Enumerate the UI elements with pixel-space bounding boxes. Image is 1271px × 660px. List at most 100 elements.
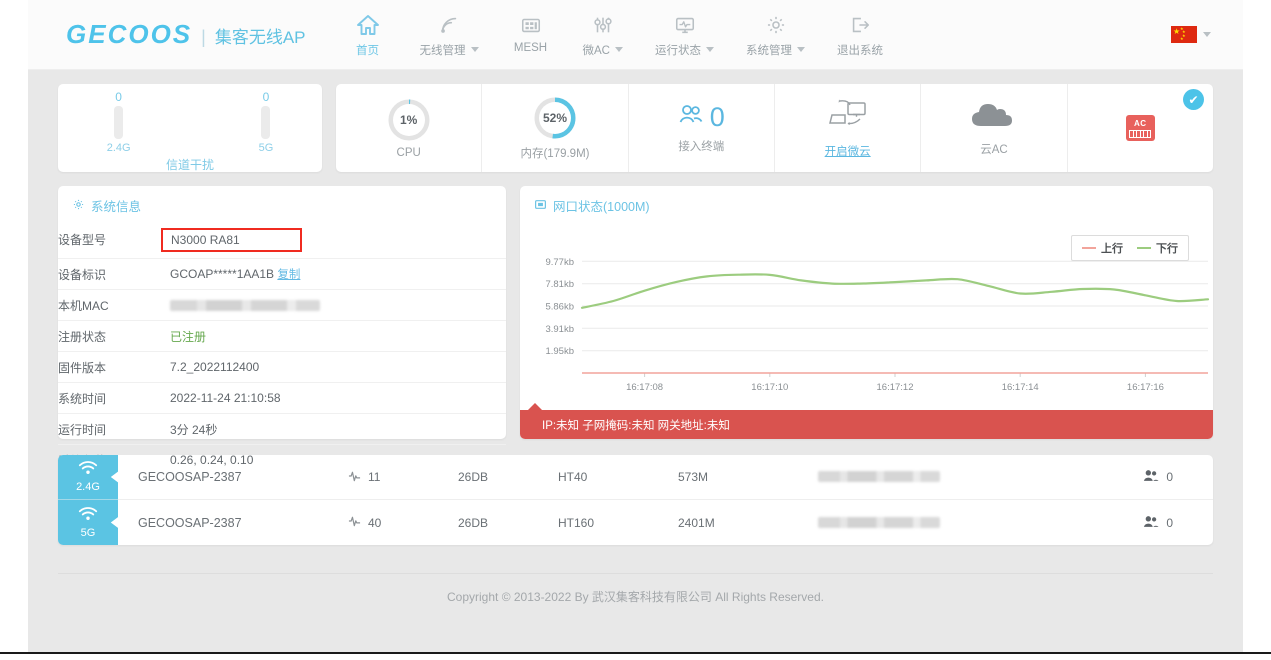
language-selector[interactable]: ★★★★★ [1171,26,1211,43]
info-value [170,290,506,321]
ssid-name: GECOOSAP-2387 [118,516,348,530]
ssid-list: 2.4G GECOOSAP-2387 11 26DB HT40 573M [58,455,1213,545]
network-alert-text: IP:未知 子网掩码:未知 网关地址:未知 [542,417,730,433]
devices-sync-icon [826,97,870,138]
gear-icon [764,12,788,38]
interference-tube-24g [114,106,123,139]
interference-label-24g: 2.4G [107,142,131,154]
nav-item-micro-ac[interactable]: 微AC [567,12,639,58]
micro-cloud-link[interactable]: 开启微云 [825,143,871,159]
legend-label-upload: 上行 [1101,240,1123,256]
metric-cpu[interactable]: 1% CPU [336,84,482,172]
window-bottom-edge [0,652,1271,660]
band-tag-5g: 5G [58,500,118,545]
nav-item-system-management[interactable]: 系统管理 [730,12,821,58]
nav-label-mesh: MESH [514,42,547,54]
users-icon [1143,515,1159,531]
ssid-bandwidth: HT160 [558,516,678,530]
nav-item-wireless[interactable]: 无线管理 [404,12,495,58]
cloud-ac-label: 云AC [980,141,1007,157]
net-port-panel: 网口状态(1000M) 1.95kb3.91kb5.86kb7.81kb9.77… [520,186,1213,439]
traffic-chart: 1.95kb3.91kb5.86kb7.81kb9.77kb 16:17:081… [520,221,1213,413]
system-info-panel: 系统信息 设备型号 N3000 RA81 设备标识 GCOAP*****1AA1… [58,186,506,439]
copy-link[interactable]: 复制 [277,269,300,281]
svg-text:16:17:14: 16:17:14 [1002,382,1039,393]
ssid-rate: 573M [678,470,818,484]
memory-label: 内存(179.9M) [520,145,589,161]
info-key: 设备型号 [58,221,170,259]
interference-bars: 0 2.4G 0 5G [107,90,274,154]
svg-text:5.86kb: 5.86kb [545,302,574,313]
cpu-value: 1% [393,104,425,136]
band-label: 2.4G [76,481,100,493]
cpu-label: CPU [397,147,421,159]
home-icon [356,12,380,38]
chevron-down-icon [471,47,479,52]
metric-clients[interactable]: 0 接入终端 [629,84,775,172]
ssid-users: 0 [1048,469,1213,485]
status-cards-row: 0 2.4G 0 5G 信道干扰 [58,84,1213,172]
svg-text:1.95kb: 1.95kb [545,346,574,357]
ssid-power: 26DB [458,516,558,530]
table-row: 注册状态 已注册 [58,321,506,352]
nav-item-runtime-status[interactable]: 运行状态 [639,12,730,58]
nav-label-logout: 退出系统 [837,42,883,58]
clients-value-group: 0 [678,102,725,133]
svg-text:16:17:12: 16:17:12 [877,382,914,393]
metric-local-ac[interactable]: ✔ AC [1068,84,1213,172]
device-model-highlight: N3000 RA81 [161,228,302,252]
info-key: 系统时间 [58,383,170,414]
list-item[interactable]: 5G GECOOSAP-2387 40 26DB HT160 2401M [58,500,1213,545]
ssid-name: GECOOSAP-2387 [118,470,348,484]
logout-icon [848,12,872,38]
users-icon [1143,469,1159,485]
status-badge-ok: ✔ [1183,89,1204,110]
legend-swatch-download [1137,247,1151,249]
info-value: N3000 RA81 [170,221,506,259]
nav-item-mesh[interactable]: MESH [495,12,567,54]
clients-label: 接入终端 [678,138,724,154]
top-navigation-bar: GECOOS | 集客无线AP 首页 无线管理 MESH [28,0,1243,70]
ssid-users: 0 [1048,515,1213,531]
system-info-title: 系统信息 [58,186,506,221]
metric-memory[interactable]: 52% 内存(179.9M) [482,84,628,172]
list-item[interactable]: 2.4G GECOOSAP-2387 11 26DB HT40 573M [58,455,1213,500]
nav-item-logout[interactable]: 退出系统 [821,12,899,58]
net-port-title-text: 网口状态(1000M) [553,196,650,215]
table-row: 固件版本 7.2_2022112400 [58,352,506,383]
channel-value: 11 [368,470,380,484]
cloud-icon [968,99,1020,136]
svg-text:7.81kb: 7.81kb [545,279,574,290]
chevron-down-icon [706,47,714,52]
wifi-icon [78,461,98,480]
chevron-down-icon [797,47,805,52]
legend-label-download: 下行 [1156,240,1178,256]
brand-logo: GECOOS [66,19,192,50]
metric-cloud-ac[interactable]: 云AC [921,84,1067,172]
signal-pulse-icon [348,470,361,485]
page-root: GECOOS | 集客无线AP 首页 无线管理 MESH [0,0,1271,660]
app-window: GECOOS | 集客无线AP 首页 无线管理 MESH [28,0,1243,652]
info-key: 本机MAC [58,290,170,321]
info-value: 7.2_2022112400 [170,352,506,383]
info-key: 设备标识 [58,259,170,290]
svg-text:3.91kb: 3.91kb [545,324,574,335]
nav-items: 首页 无线管理 MESH 微AC [332,12,899,58]
band-label: 5G [81,527,96,539]
nav-item-home[interactable]: 首页 [332,12,404,58]
ssid-power: 26DB [458,470,558,484]
mid-row: 系统信息 设备型号 N3000 RA81 设备标识 GCOAP*****1AA1… [58,186,1213,439]
ssid-bandwidth: HT40 [558,470,678,484]
ssid-channel: 11 [348,470,458,485]
metric-micro-cloud[interactable]: 开启微云 [775,84,921,172]
svg-text:16:17:08: 16:17:08 [626,382,663,393]
svg-text:16:17:16: 16:17:16 [1127,382,1164,393]
legend-item-upload[interactable]: 上行 [1082,240,1123,256]
mac-redacted [170,300,320,311]
table-row: 系统时间 2022-11-24 21:10:58 [58,383,506,414]
memory-value: 52% [539,102,571,134]
legend-item-download[interactable]: 下行 [1137,240,1178,256]
wifi-icon [78,507,98,526]
ethernet-icon [534,198,547,214]
info-value: 3分 24秒 [170,414,506,445]
